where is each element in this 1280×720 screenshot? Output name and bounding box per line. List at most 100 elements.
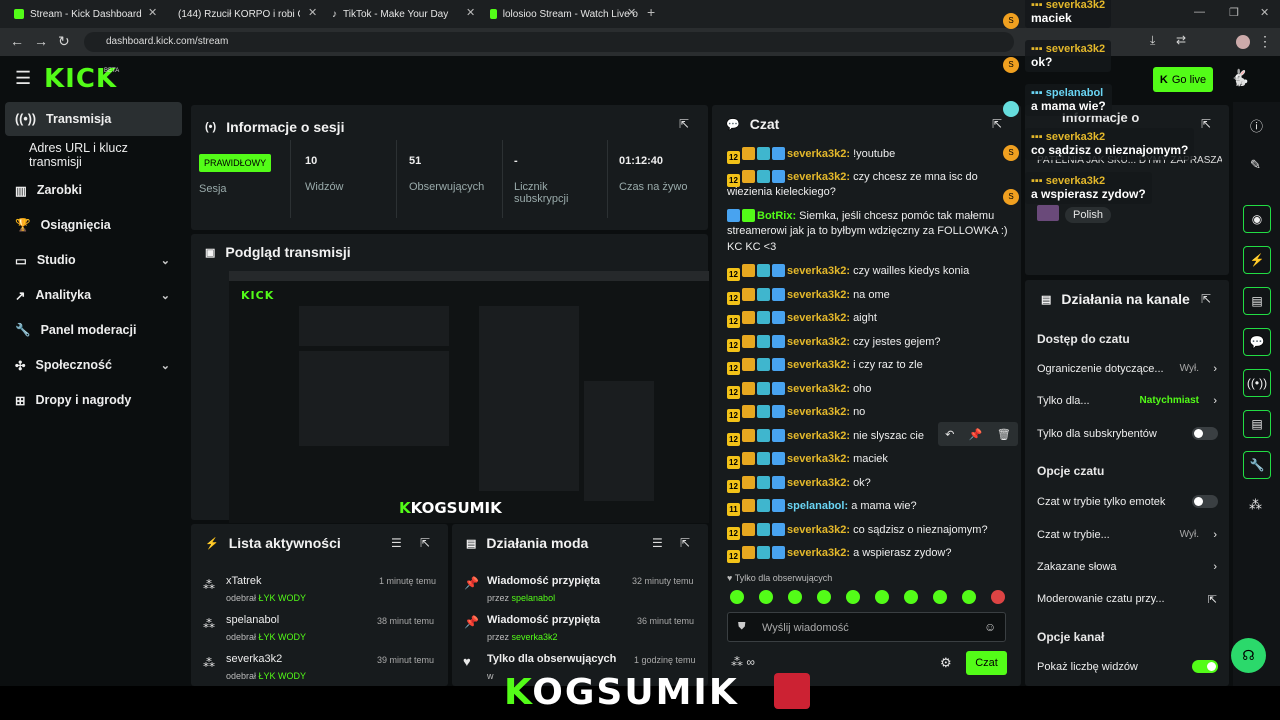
chat-message[interactable]: BotRix: Siemka, jeśli chcesz pomóc tak m… — [727, 209, 994, 222]
reply-icon[interactable]: ↶ — [945, 428, 954, 441]
emote-icon[interactable] — [846, 590, 860, 604]
chat-input[interactable]: ⛊ Wyślij wiadomość ☺ — [727, 612, 1006, 642]
preview-watermark: KKOGSUMIK — [399, 499, 502, 517]
sidebar-item-achievements[interactable]: 🏆 Osiągnięcia — [5, 208, 182, 242]
setting-banned-words[interactable]: Zakazane słowa › — [1037, 561, 1217, 573]
chat-message[interactable]: 12 severka3k2: no — [727, 405, 865, 422]
translate-icon[interactable]: ⇄ — [1176, 33, 1186, 47]
setting-chat-moderation[interactable]: Moderowanie czatu przy... ⇱ — [1037, 593, 1217, 606]
close-window-icon[interactable]: ✕ — [1260, 6, 1269, 19]
edit-icon[interactable]: ✎ — [1250, 157, 1261, 173]
chat-message[interactable]: 12 severka3k2: nie slyszac cie — [727, 429, 924, 446]
new-tab-icon[interactable]: + — [647, 4, 655, 20]
chat-icon[interactable]: 💬 — [1243, 328, 1271, 356]
bolt-icon[interactable]: ⚡ — [1243, 246, 1271, 274]
emote-icon[interactable] — [730, 590, 744, 604]
emote-icon[interactable] — [817, 590, 831, 604]
popout-icon[interactable]: ⇱ — [992, 117, 1002, 131]
pin-icon[interactable]: 📌 — [969, 428, 983, 441]
chat-message[interactable]: 12 severka3k2: na ome — [727, 288, 890, 305]
chat-message[interactable]: wiezienia kieleckiego? — [727, 186, 836, 198]
sidebar-item-transmisja[interactable]: ((•)) Transmisja — [5, 102, 182, 136]
minimize-icon[interactable]: — — [1194, 6, 1205, 18]
download-icon[interactable]: ⤓ — [1150, 33, 1155, 48]
chat-message[interactable]: 12 severka3k2: a wspierasz zydow? — [727, 546, 952, 563]
tab-tiktok[interactable]: ♪ TikTok - Make Your Day — [332, 4, 452, 24]
sidebar-item-moderation[interactable]: 🔧 Panel moderacji — [5, 313, 182, 347]
filter-icon[interactable]: ☰ — [391, 536, 402, 550]
chat-message[interactable]: 12 severka3k2: maciek — [727, 452, 888, 469]
avatar[interactable]: 🐇 — [1230, 68, 1250, 88]
menu-icon[interactable]: ⋮ — [1258, 33, 1272, 50]
popout-icon[interactable]: ⇱ — [1201, 117, 1211, 131]
chat-message[interactable]: KC KC <3 — [727, 241, 776, 253]
emote-icon[interactable] — [759, 590, 773, 604]
setting-chat-mode[interactable]: Czat w trybie... Wył. › — [1037, 529, 1217, 541]
popout-icon[interactable]: ⇱ — [680, 536, 690, 550]
url-input[interactable]: dashboard.kick.com/stream — [84, 32, 1014, 52]
setting-restriction[interactable]: Ograniczenie dotyczące... Wył. › — [1037, 363, 1217, 375]
channel-icon[interactable]: ▤ — [1243, 410, 1271, 438]
subs-only-toggle[interactable] — [1192, 427, 1218, 440]
close-tab-icon[interactable]: ✕ — [308, 6, 317, 19]
camera-icon[interactable]: ◉ — [1243, 205, 1271, 233]
broadcast-icon[interactable]: ((•)) — [1243, 369, 1271, 397]
tab-youtube[interactable]: (144) Rzucił KORPO i robi OKUL — [172, 4, 300, 24]
sidebar-item-stream-key[interactable]: Adres URL i klucz transmisji — [5, 138, 182, 172]
overlay-username: ▪▪▪ severka3k2 — [1031, 0, 1106, 11]
chat-message[interactable]: 12 severka3k2: oho — [727, 382, 871, 399]
emote-icon[interactable] — [962, 590, 976, 604]
filter-icon[interactable]: ☰ — [652, 536, 663, 550]
chat-message[interactable]: 12 severka3k2: czy jestes gejem? — [727, 335, 941, 352]
close-tab-icon[interactable]: ✕ — [466, 6, 475, 19]
reward-icon: ⁂ — [203, 617, 215, 631]
popout-icon[interactable]: ⇱ — [1201, 292, 1211, 306]
profile-avatar-icon[interactable] — [1236, 35, 1250, 49]
sidebar-item-studio[interactable]: ▭ Studio ⌄ — [5, 243, 182, 277]
info-icon[interactable]: ⓘ — [1250, 116, 1263, 135]
stream-preview[interactable]: KICK KKOGSUMIK — [229, 271, 709, 523]
points-icon[interactable]: ⁂ — [1249, 497, 1262, 513]
forward-icon[interactable]: → — [34, 33, 48, 49]
document-icon[interactable]: ▤ — [1243, 287, 1271, 315]
emote-icon[interactable] — [904, 590, 918, 604]
go-live-button[interactable]: K Go live — [1153, 67, 1213, 92]
send-chat-button[interactable]: Czat — [966, 651, 1007, 675]
sidebar-item-earnings[interactable]: ▥ Zarobki — [5, 173, 182, 207]
emote-icon[interactable] — [933, 590, 947, 604]
back-icon[interactable]: ← — [10, 33, 24, 49]
chat-message[interactable]: 12 severka3k2: i czy raz to zle — [727, 358, 923, 375]
chat-message[interactable]: streamerowi jak ja to byłbym wdzięczny z… — [727, 225, 1008, 237]
chat-message[interactable]: 12 severka3k2: czy chcesz ze mna isc do — [727, 170, 978, 187]
sidebar-item-community[interactable]: ✣ Społeczność ⌄ — [5, 348, 182, 382]
tab-kick-dashboard[interactable]: Stream - Kick Dashboard — [14, 4, 154, 24]
trash-icon[interactable]: 🗑 — [997, 428, 1011, 441]
popout-icon[interactable]: ⇱ — [420, 536, 430, 550]
chat-message[interactable]: 12 severka3k2: aight — [727, 311, 877, 328]
emoji-icon[interactable]: ☺ — [984, 620, 996, 634]
setting-followers-only[interactable]: Tylko dla... Natychmiast › — [1037, 395, 1217, 407]
chat-message[interactable]: 11 spelanabol: a mama wie? — [727, 499, 917, 516]
emote-only-toggle[interactable] — [1192, 495, 1218, 508]
sidebar-item-drops[interactable]: ⊞ Dropy i nagrody — [5, 383, 182, 417]
close-tab-icon[interactable]: ✕ — [148, 6, 157, 19]
tab-kick-stream[interactable]: lolosioo Stream - Watch Live o — [490, 4, 638, 24]
chat-message[interactable]: 12 severka3k2: !youtube — [727, 147, 895, 164]
points-icon[interactable]: ⁂ ∞ — [731, 655, 755, 669]
reload-icon[interactable]: ↻ — [58, 33, 70, 50]
wrench-icon[interactable]: 🔧 — [1243, 451, 1271, 479]
settings-gear-icon[interactable]: ⚙ — [940, 655, 952, 671]
emote-icon[interactable] — [875, 590, 889, 604]
popout-icon[interactable]: ⇱ — [679, 117, 689, 131]
help-icon[interactable]: ☊ — [1231, 638, 1266, 673]
hamburger-icon[interactable]: ☰ — [15, 68, 31, 89]
chat-message[interactable]: 12 severka3k2: co sądzisz o nieznajomym? — [727, 523, 988, 540]
show-viewers-toggle[interactable] — [1192, 660, 1218, 673]
maximize-icon[interactable]: ❐ — [1229, 6, 1239, 19]
chat-message[interactable]: 12 severka3k2: czy wailles kiedys konia — [727, 264, 969, 281]
sidebar-item-analytics[interactable]: ↗ Analityka ⌄ — [5, 278, 182, 312]
close-tab-icon[interactable]: ✕ — [627, 6, 636, 19]
emote-icon[interactable] — [788, 590, 802, 604]
chat-message[interactable]: 12 severka3k2: ok? — [727, 476, 871, 493]
emote-icon[interactable] — [991, 590, 1005, 604]
